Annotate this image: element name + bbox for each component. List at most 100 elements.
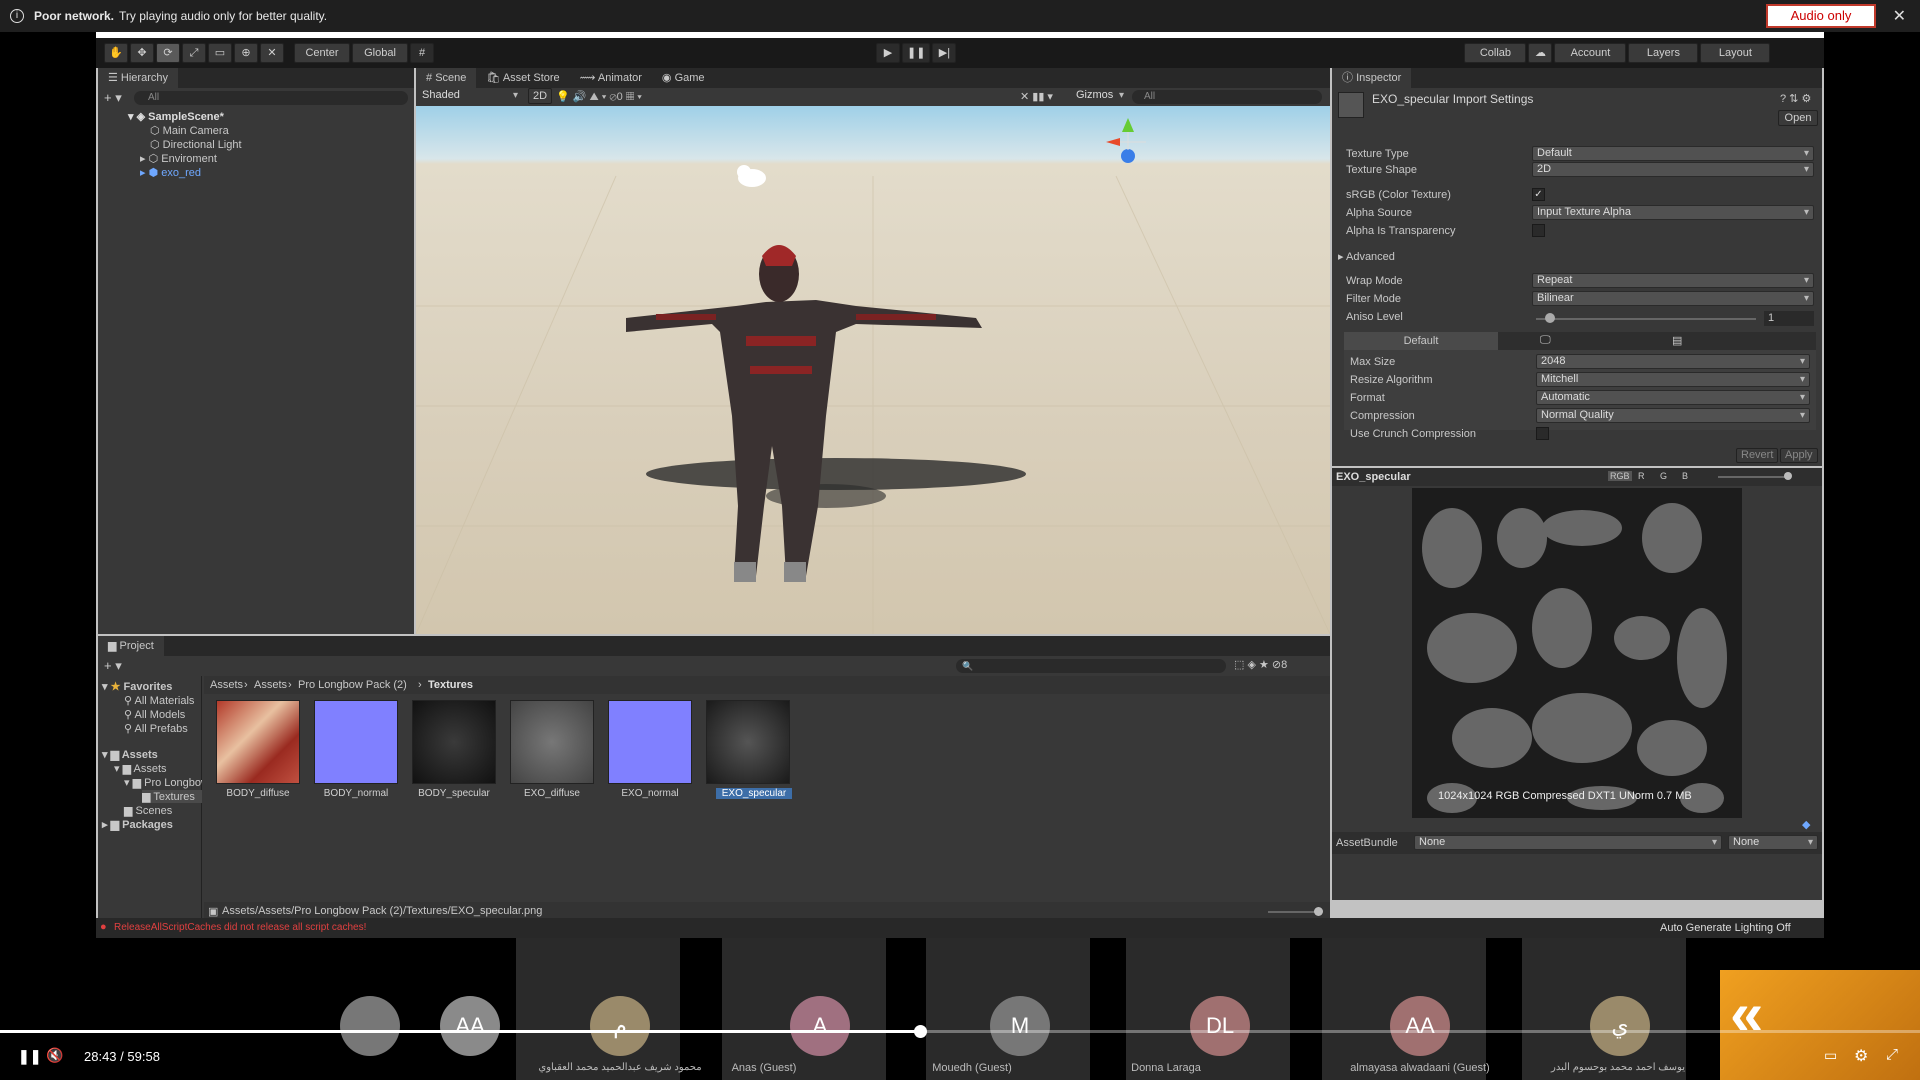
fav-all-materials[interactable]: ⚲ All Materials [124,694,194,707]
android-icon[interactable]: ▤ [1672,334,1682,347]
layers-button[interactable]: Layers [1628,43,1699,63]
collab-button[interactable]: Collab [1464,43,1527,63]
tab-game[interactable]: ◉ Game [652,68,715,88]
thumb-body-specular[interactable] [412,700,496,784]
favorites-node[interactable]: ▾ ★ Favorites [102,680,172,693]
move-tool-icon[interactable]: ✥ [130,43,154,63]
play-icon[interactable]: ▶ [876,43,900,63]
tree-pro-longbow[interactable]: ▾ ▆ Pro Longbow Pack (2) [124,776,202,789]
breadcrumb-item[interactable]: Assets [210,679,243,691]
scene-tools-icons[interactable]: 💡 🔊 ⛰ ▾ ⊘0 ▦ ▾ [556,90,642,104]
channel-rgb[interactable]: RGB [1608,471,1632,481]
mip-slider[interactable] [1718,476,1788,478]
create-icon[interactable]: + ▾ [104,90,122,106]
packages-node[interactable]: ▸ ▆ Packages [102,818,173,831]
thumb-exo-normal[interactable] [608,700,692,784]
thumb-exo-diffuse[interactable] [510,700,594,784]
hand-tool-icon[interactable]: ✋ [104,43,128,63]
pause-icon[interactable]: ❚❚ [902,43,931,63]
close-icon[interactable]: ✕ [1893,6,1906,26]
captions-icon[interactable]: ▭ [1824,1047,1837,1064]
console-error[interactable]: ReleaseAllScriptCaches did not release a… [114,922,366,933]
aniso-level-field[interactable]: 1 [1764,311,1814,326]
rect-tool-icon[interactable]: ▭ [208,43,232,63]
gizmos-dropdown[interactable]: Gizmos [1072,89,1128,104]
tab-project[interactable]: ▆ Project [98,636,164,656]
assetbundle-variant-dropdown[interactable]: None [1728,835,1818,850]
tab-inspector[interactable]: ⓘ Inspector [1332,68,1412,88]
scale-tool-icon[interactable]: ⤢ [182,43,206,63]
pivot-center-button[interactable]: Center [294,43,350,63]
fav-all-models[interactable]: ⚲ All Models [124,708,185,721]
tab-asset-store[interactable]: 🛍 Asset Store [476,68,569,88]
thumb-body-normal[interactable] [314,700,398,784]
texture-type-dropdown[interactable]: Default [1532,146,1814,161]
audio-only-button[interactable]: Audio only [1766,4,1876,28]
texture-shape-dropdown[interactable]: 2D [1532,162,1814,177]
tools-icon[interactable]: ✕ ▮▮ ▾ [1020,90,1053,103]
resize-algorithm-dropdown[interactable]: Mitchell [1536,372,1810,387]
tab-scene[interactable]: # Scene [416,68,477,88]
crunch-checkbox[interactable] [1536,427,1549,440]
advanced-foldout[interactable]: ▸ Advanced [1338,250,1395,263]
srgb-checkbox[interactable]: ✓ [1532,188,1545,201]
hierarchy-item-exo-red[interactable]: ▸ ⬢ exo_red [140,166,201,179]
hierarchy-search-input[interactable]: All [134,91,408,105]
breadcrumb-item[interactable]: Textures [428,679,473,691]
mute-icon[interactable]: 🔇 [46,1047,63,1064]
thumb-body-diffuse[interactable] [216,700,300,784]
fav-all-prefabs[interactable]: ⚲ All Prefabs [124,722,188,735]
scene-search-input[interactable]: All [1132,90,1322,104]
filter-mode-dropdown[interactable]: Bilinear [1532,291,1814,306]
tree-scenes[interactable]: ▆ Scenes [124,804,172,817]
pivot-global-button[interactable]: Global [352,43,408,63]
channel-r[interactable]: R [1638,471,1645,481]
breadcrumb-item[interactable]: Assets [254,679,287,691]
cloud-icon[interactable]: ☁ [1528,43,1553,63]
hierarchy-item-enviroment[interactable]: ▸ ⬡ Enviroment [140,152,217,165]
tab-hierarchy[interactable]: ☰ Hierarchy [98,68,178,88]
thumb-size-handle[interactable] [1314,907,1323,916]
assetbundle-dropdown[interactable]: None [1414,835,1722,850]
lighting-status[interactable]: Auto Generate Lighting Off [1660,922,1791,934]
project-filter-icons[interactable]: ⬚ ◈ ★ ⊘8 [1234,658,1287,671]
open-button[interactable]: Open [1778,110,1818,126]
wrap-mode-dropdown[interactable]: Repeat [1532,273,1814,288]
apply-button[interactable]: Apply [1780,448,1818,463]
channel-b[interactable]: B [1682,471,1688,481]
mip-slider-handle[interactable] [1784,472,1792,480]
hierarchy-item-main-camera[interactable]: ⬡ Main Camera [150,124,229,137]
scene-root[interactable]: ▾ ◈ SampleScene* [128,110,224,123]
step-icon[interactable]: ▶| [932,43,957,63]
pause-icon[interactable]: ❚❚ [18,1048,41,1065]
project-create-icon[interactable]: + ▾ [104,658,122,674]
custom-tool-icon[interactable]: ✕ [260,43,284,63]
gear-icon[interactable]: ⚙ [1854,1046,1868,1066]
scene-viewport[interactable] [416,106,1330,634]
layout-button[interactable]: Layout [1700,43,1771,63]
alpha-transparency-checkbox[interactable] [1532,224,1545,237]
monitor-icon[interactable]: 🖵 [1540,334,1551,347]
transform-tool-icon[interactable]: ⊕ [234,43,258,63]
grid-snap-icon[interactable]: # [410,43,434,63]
hierarchy-item-directional-light[interactable]: ⬡ Directional Light [150,138,242,151]
revert-button[interactable]: Revert [1736,448,1779,463]
assets-root-node[interactable]: ▾ ▆ Assets [102,748,158,761]
alpha-source-dropdown[interactable]: Input Texture Alpha [1532,205,1814,220]
platform-tab-default[interactable]: Default [1344,332,1498,350]
tab-animator[interactable]: ⟿ Animator [570,68,652,88]
format-dropdown[interactable]: Automatic [1536,390,1810,405]
seek-handle[interactable] [913,1025,927,1038]
account-button[interactable]: Account [1554,43,1627,63]
tree-textures[interactable]: ▆ Textures [142,790,202,803]
thumb-exo-specular[interactable] [706,700,790,784]
tree-assets[interactable]: ▾ ▆ Assets [114,762,167,775]
breadcrumb-item[interactable]: Pro Longbow Pack (2) [298,679,407,691]
thumb-size-slider[interactable] [1268,911,1318,913]
shading-mode-dropdown[interactable]: Shaded [418,89,522,104]
rotate-tool-icon[interactable]: ⟳ [156,43,180,63]
aniso-slider-track[interactable] [1536,318,1756,320]
2d-toggle[interactable]: 2D [528,88,553,104]
inspector-header-icons[interactable]: ? ⇅ ⚙ [1780,92,1811,105]
channel-g[interactable]: G [1660,471,1667,481]
